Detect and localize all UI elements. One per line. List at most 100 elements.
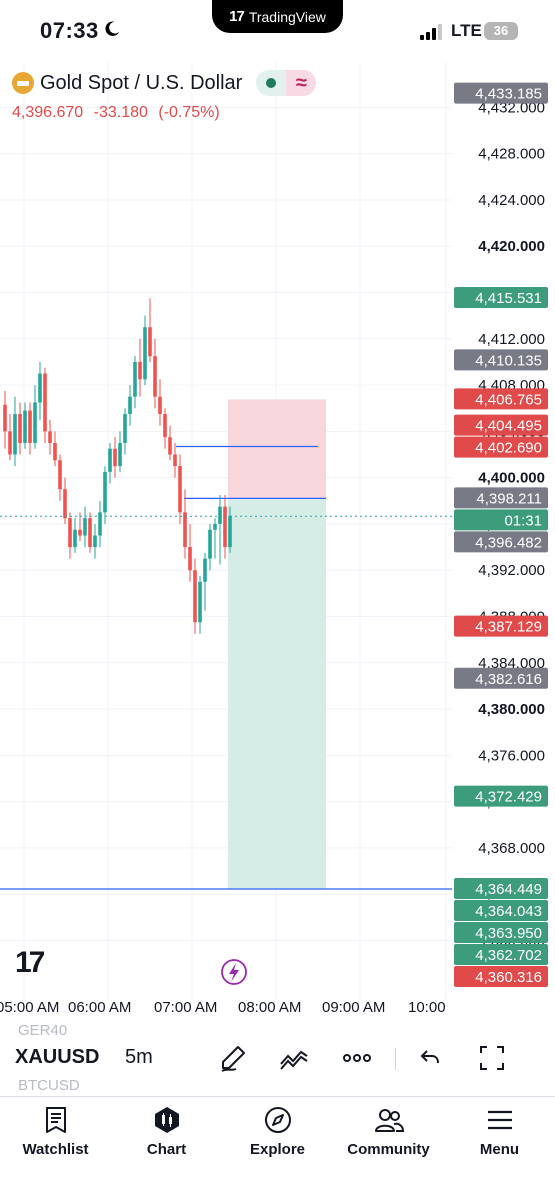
signal-icon [420,24,442,40]
price-axis-label: 4,398.211 [454,487,548,509]
candle-body [48,431,52,443]
candle-body [88,518,92,548]
compass-icon [264,1107,291,1133]
candle-body [173,454,177,467]
fullscreen-icon[interactable] [476,1042,508,1074]
nav-label: Explore [249,1141,306,1158]
indicators-icon[interactable] [278,1042,310,1074]
last-price: 4,396.670 [12,104,84,121]
candle-body [148,327,152,357]
candle-body [118,442,122,467]
price-change: -33.180 [93,104,148,121]
candle-body [33,402,37,443]
price-tick-label: 4,424.000 [478,192,545,209]
price-axis-label-text: 4,415.531 [475,290,542,307]
candle-body [113,448,117,467]
candle-body [168,437,172,455]
nav-community[interactable]: Community [333,1097,444,1200]
price-tick-label: 4,412.000 [478,331,545,348]
time-tick: 07:00 AM [154,999,218,1016]
candle-body [68,518,72,548]
nav-explore[interactable]: Explore [222,1097,333,1200]
toolbar-divider [395,1048,396,1070]
symbol-header[interactable]: Gold Spot / U.S. Dollar ≈ [12,70,317,96]
price-tick-label: 4,392.000 [478,562,545,579]
price-axis-label: 4,387.129 [454,615,548,637]
candle-body [38,373,42,403]
price-tick-label: 4,380.000 [478,701,545,718]
quote-row: 4,396.670 -33.180 (-0.75%) [12,104,226,122]
time-tick: 08:00 AM [238,999,302,1016]
community-icon [374,1109,404,1132]
price-axis-label: 4,382.616 [454,667,548,689]
price-axis-label-text: 4,362.702 [475,947,542,964]
price-axis-label: 4,410.135 [454,349,548,371]
price-axis-label: 4,364.043 [454,900,548,922]
candle-body [103,471,107,513]
price-axis-label-text: 4,410.135 [475,352,542,369]
candle-body [3,404,7,432]
price-axis-label: 4,406.765 [454,388,548,410]
price-tick-label: 4,400.000 [478,470,545,487]
chart-icon [154,1107,179,1133]
symbol-selector[interactable]: XAUUSD [15,1046,100,1069]
nav-menu[interactable]: Menu [444,1097,555,1200]
candle-body [143,327,147,380]
candle-body [28,410,32,443]
bottom-navigation: Watchlist Chart Explore Community Menu [0,1096,555,1200]
more-options-icon[interactable] [341,1042,373,1074]
price-axis-label-text: 4,364.449 [475,881,542,898]
nav-label: Chart [146,1141,187,1158]
price-axis-label: 4,415.531 [454,286,548,308]
status-bar: 07:33 17 TradingView LTE 36 [0,0,555,62]
candle-body [138,361,142,380]
candle-body [228,515,232,548]
price-axis-label-text: 4,363.950 [475,925,542,942]
candle-body [78,529,82,536]
drawing-pen-icon[interactable] [217,1042,249,1074]
price-tick-label: 4,376.000 [478,747,545,764]
price-axis-label: 4,402.690 [454,436,548,458]
nav-watchlist[interactable]: Watchlist [0,1097,111,1200]
price-axis-label: 4,433.185 [454,82,548,104]
nav-label: Watchlist [22,1141,89,1158]
candle-body [18,414,22,443]
lightning-icon-bolt [229,963,239,982]
candle-body [83,518,87,536]
price-chart[interactable]: 4,432.0004,428.0004,424.0004,420.0004,41… [0,62,555,1000]
time-axis[interactable]: 05:00 AM 06:00 AM 07:00 AM 08:00 AM 09:0… [0,996,555,1022]
price-tick-label: 4,428.000 [478,146,545,163]
tradingview-watermark-icon: 17 [15,946,45,979]
interval-selector[interactable]: 5m [125,1046,153,1069]
candle-body [198,581,202,623]
candle-body [218,506,222,524]
time-tick: 06:00 AM [68,999,132,1016]
price-axis-label: 4,360.316 [454,966,548,988]
price-axis-label-text: 4,433.185 [475,86,542,103]
price-axis-label-text: 4,406.765 [475,391,542,408]
symbol-name: Gold Spot / U.S. Dollar [40,71,243,94]
nav-chart[interactable]: Chart [111,1097,222,1200]
undo-icon[interactable] [414,1042,446,1074]
price-axis-label: 4,396.482 [454,531,548,553]
battery-icon: 36 [484,22,518,40]
candle-body [203,558,207,582]
chart-toolbar: GER40 BTCUSD XAUUSD 5m [0,1022,555,1096]
next-symbol[interactable]: BTCUSD [18,1077,80,1094]
candle-body [178,466,182,513]
market-status-pill[interactable]: ≈ [256,70,317,96]
candle-body [223,506,227,548]
candle-body [158,396,162,415]
candle-body [163,414,167,438]
candle-body [123,414,127,443]
candle-body [23,410,27,443]
price-axis-label: 4,404.495 [454,414,548,436]
candle-body [58,460,62,490]
price-axis-label: 4,364.449 [454,878,548,900]
price-axis-label-text: 4,402.690 [475,440,542,457]
price-tick-label: 4,420.000 [478,238,545,255]
candle-body [153,356,157,397]
time-tick: 09:00 AM [322,999,386,1016]
previous-symbol[interactable]: GER40 [18,1022,67,1039]
nav-label: Menu [479,1141,520,1158]
